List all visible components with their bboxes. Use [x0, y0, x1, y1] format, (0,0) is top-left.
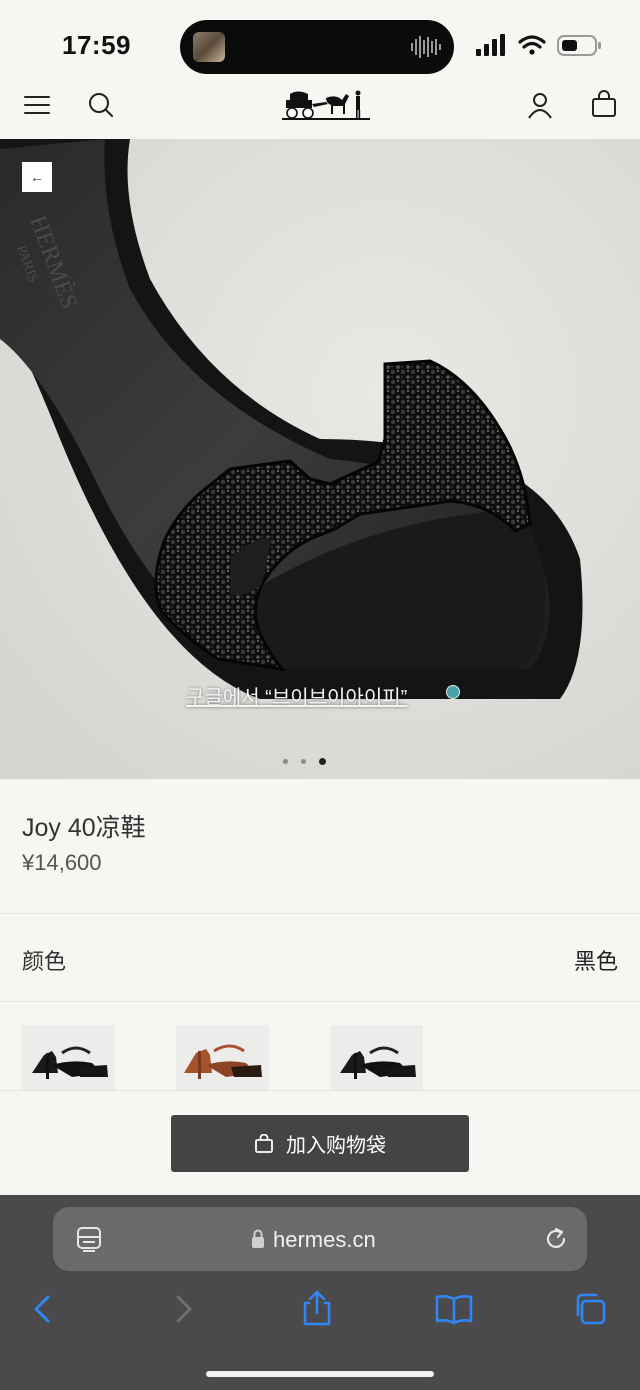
add-to-bag-label: 加入购物袋: [286, 1135, 386, 1157]
color-swatch-black[interactable]: [22, 1025, 115, 1090]
search-icon[interactable]: [86, 90, 116, 120]
add-to-bag-bar: 加入购物袋: [0, 1090, 640, 1196]
carousel-dot-2[interactable]: [301, 759, 306, 764]
battery-icon: [557, 35, 601, 56]
account-icon[interactable]: [525, 90, 555, 120]
sandal-thumbnail: [32, 1046, 108, 1079]
url-text[interactable]: hermes.cn: [273, 1227, 376, 1253]
wifi-icon: [518, 35, 546, 49]
back-arrow-icon[interactable]: ←: [22, 162, 52, 192]
search-overlay-text: 구글에서 “브이브이아이피”: [186, 687, 408, 709]
reload-icon[interactable]: [542, 1225, 570, 1253]
reader-icon[interactable]: [75, 1225, 103, 1253]
forward-icon[interactable]: [166, 1293, 198, 1325]
shopping-bag-icon[interactable]: [589, 89, 619, 119]
carousel-dot-3[interactable]: [319, 758, 326, 765]
overlay-marker: [446, 685, 460, 699]
color-value[interactable]: 黑色: [574, 944, 618, 976]
now-playing-artwork: [193, 32, 225, 62]
status-indicators: [476, 34, 601, 56]
sandal-thumbnail: [184, 1044, 262, 1079]
audio-wave-icon: [411, 36, 441, 58]
product-price: ¥14,600: [22, 850, 102, 875]
product-title: Joy 40凉鞋: [22, 814, 146, 842]
shopping-bag-icon: [255, 1133, 273, 1153]
browser-chrome: hermes.cn: [0, 1195, 640, 1390]
dynamic-island[interactable]: [180, 20, 454, 74]
browser-toolbar: [0, 1285, 640, 1333]
address-bar[interactable]: hermes.cn: [53, 1207, 587, 1271]
divider: [0, 1001, 640, 1002]
hermes-logo[interactable]: [280, 86, 372, 122]
site-header: [0, 78, 640, 139]
carousel-dot-1[interactable]: [283, 759, 288, 764]
signal-icon: [476, 34, 505, 56]
product-image-carousel[interactable]: HERMÈS PARIS ← 구글에서 “브이브이아이피”: [0, 139, 640, 779]
home-indicator[interactable]: [206, 1371, 434, 1377]
divider: [0, 913, 640, 914]
sandal-thumbnail: [340, 1046, 416, 1079]
add-to-bag-button[interactable]: 加入购物袋: [171, 1115, 469, 1172]
status-bar: 17:59: [0, 0, 640, 78]
menu-icon[interactable]: [22, 90, 52, 120]
color-swatch-brown[interactable]: [176, 1025, 269, 1090]
lock-icon: [252, 1229, 264, 1248]
bookmarks-icon[interactable]: [434, 1293, 474, 1325]
color-swatch-black-crystal[interactable]: [330, 1025, 423, 1090]
clock: 17:59: [62, 30, 131, 60]
color-label: 颜色: [22, 949, 67, 974]
tabs-icon[interactable]: [572, 1291, 608, 1327]
share-icon[interactable]: [300, 1289, 334, 1327]
back-icon[interactable]: [28, 1293, 60, 1325]
